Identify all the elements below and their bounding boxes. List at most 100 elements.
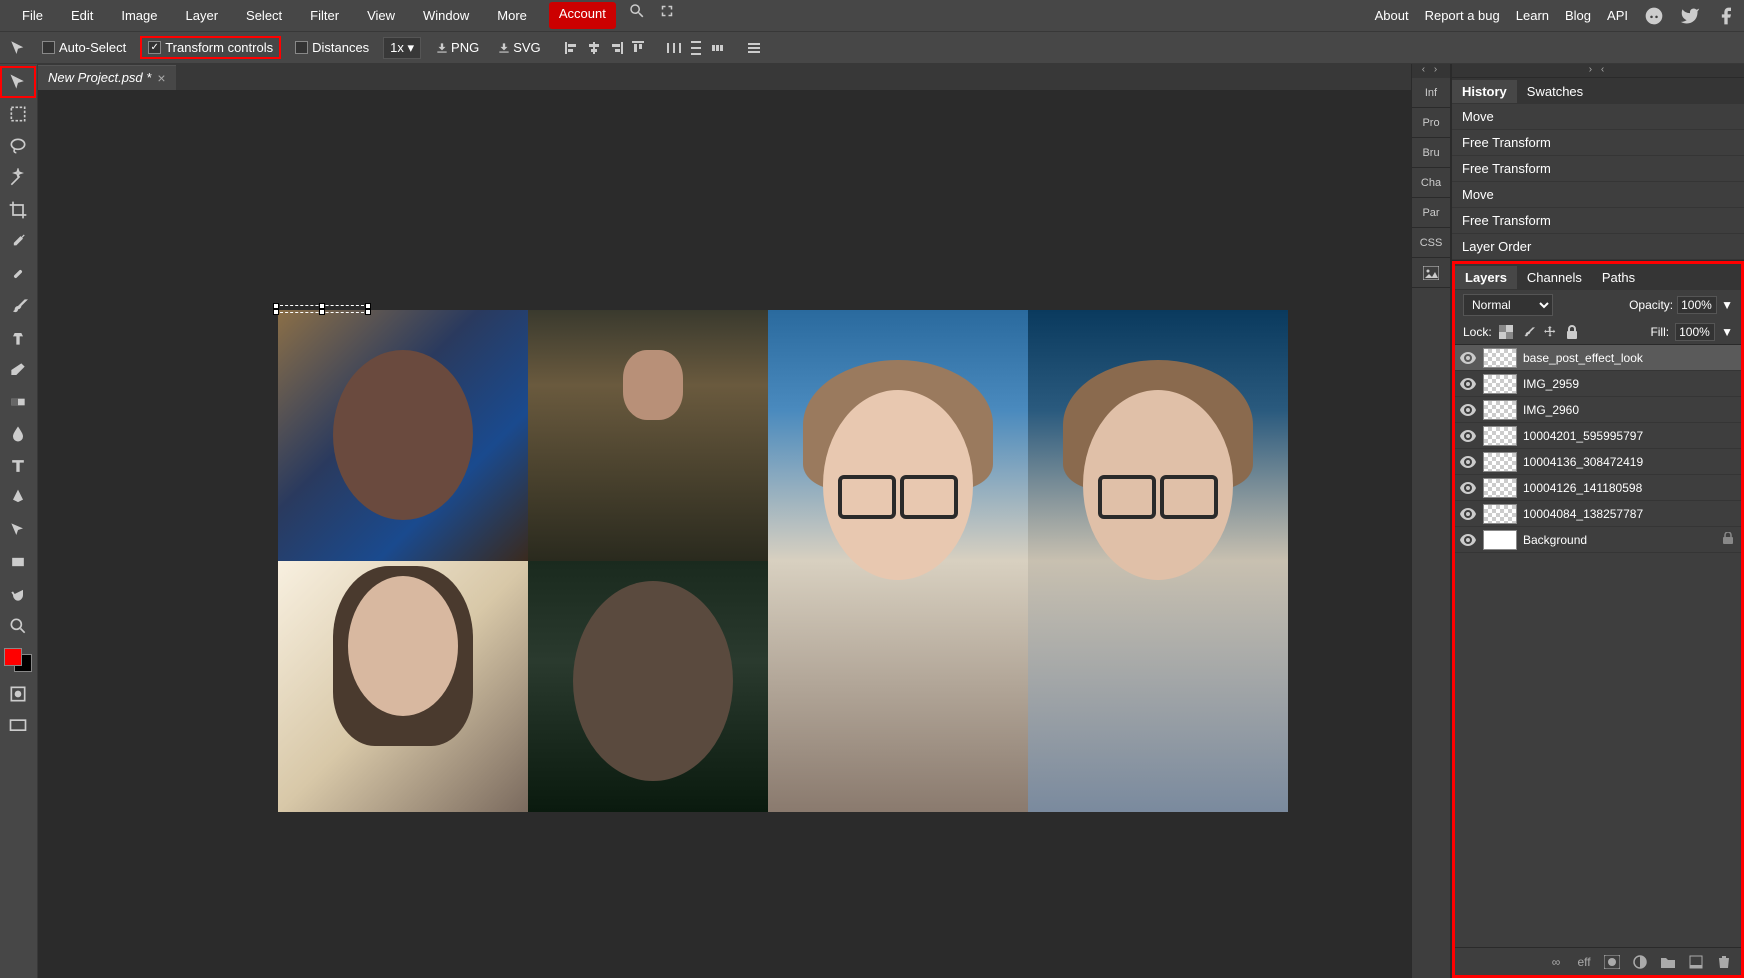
adjustment-layer-icon[interactable] [1631,953,1649,971]
menu-edit[interactable]: Edit [57,2,107,29]
history-item[interactable]: Move [1452,104,1744,130]
facebook-icon[interactable] [1716,6,1736,26]
opacity-input[interactable]: 100% [1677,296,1717,314]
lock-transparency-icon[interactable] [1498,324,1514,340]
layer-row[interactable]: Background [1455,527,1741,553]
layer-thumbnail[interactable] [1483,374,1517,394]
new-folder-icon[interactable] [1659,953,1677,971]
layer-row[interactable]: 10004201_595995797 [1455,423,1741,449]
fill-input[interactable]: 100% [1675,323,1715,341]
crop-tool[interactable] [0,194,36,226]
visibility-icon[interactable] [1459,531,1477,549]
layer-thumbnail[interactable] [1483,426,1517,446]
document-tab[interactable]: New Project.psd * × [38,65,176,90]
screenmode-tool[interactable] [0,710,36,742]
menu-file[interactable]: File [8,2,57,29]
visibility-icon[interactable] [1459,453,1477,471]
foreground-color[interactable] [4,648,22,666]
wand-tool[interactable] [0,162,36,194]
layer-thumbnail[interactable] [1483,400,1517,420]
more-options-icon[interactable] [745,39,763,57]
zoom-tool[interactable] [0,610,36,642]
color-swatch[interactable] [4,648,32,672]
hand-tool[interactable] [0,578,36,610]
export-png-button[interactable]: PNG [431,38,483,57]
export-svg-button[interactable]: SVG [493,38,544,57]
new-layer-icon[interactable] [1687,953,1705,971]
auto-select-checkbox[interactable]: Auto-Select [38,38,130,57]
align-center-h-icon[interactable] [585,39,603,57]
paragraph-tab[interactable]: Par [1412,198,1450,228]
layer-row[interactable]: IMG_2959 [1455,371,1741,397]
link-about[interactable]: About [1375,8,1409,23]
swatches-tab[interactable]: Swatches [1517,80,1593,103]
layer-row[interactable]: 10004136_308472419 [1455,449,1741,475]
layers-tab[interactable]: Layers [1455,266,1517,289]
shape-tool[interactable] [0,546,36,578]
gradient-tool[interactable] [0,386,36,418]
layer-thumbnail[interactable] [1483,478,1517,498]
canvas-viewport[interactable] [38,90,1411,978]
character-tab[interactable]: Cha [1412,168,1450,198]
menu-select[interactable]: Select [232,2,296,29]
visibility-icon[interactable] [1459,375,1477,393]
layer-row[interactable]: 10004126_141180598 [1455,475,1741,501]
type-tool[interactable] [0,450,36,482]
link-learn[interactable]: Learn [1516,8,1549,23]
ratio-select[interactable]: 1x ▾ [383,37,421,59]
info-tab[interactable]: Inf [1412,78,1450,108]
path-select-tool[interactable] [0,514,36,546]
link-report-bug[interactable]: Report a bug [1425,8,1500,23]
transform-controls-checkbox[interactable]: Transform controls [140,36,281,59]
history-item[interactable]: Free Transform [1452,130,1744,156]
menu-image[interactable]: Image [107,2,171,29]
css-tab[interactable]: CSS [1412,228,1450,258]
history-item[interactable]: Layer Order [1452,234,1744,260]
distances-checkbox[interactable]: Distances [291,38,373,57]
marquee-tool[interactable] [0,98,36,130]
brush-tool[interactable] [0,290,36,322]
link-blog[interactable]: Blog [1565,8,1591,23]
layer-row[interactable]: IMG_2960 [1455,397,1741,423]
reddit-icon[interactable] [1644,6,1664,26]
brush-tab[interactable]: Bru [1412,138,1450,168]
clone-tool[interactable] [0,322,36,354]
dropdown-icon[interactable]: ▼ [1721,298,1733,312]
menu-window[interactable]: Window [409,2,483,29]
menu-more[interactable]: More [483,2,541,29]
menu-view[interactable]: View [353,2,409,29]
panel-collapse-icon[interactable]: › ‹ [1452,64,1744,78]
lock-paint-icon[interactable] [1520,324,1536,340]
dropdown-icon[interactable]: ▼ [1721,325,1733,339]
delete-layer-icon[interactable] [1715,953,1733,971]
align-top-icon[interactable] [629,39,647,57]
image-tab[interactable] [1412,258,1450,288]
history-tab[interactable]: History [1452,80,1517,103]
paths-tab[interactable]: Paths [1592,266,1645,289]
layer-row[interactable]: 10004084_138257787 [1455,501,1741,527]
layer-thumbnail[interactable] [1483,530,1517,550]
menu-account[interactable]: Account [549,2,616,29]
history-item[interactable]: Free Transform [1452,156,1744,182]
link-layers-icon[interactable]: ∞ [1547,953,1565,971]
close-icon[interactable]: × [157,70,165,86]
menu-layer[interactable]: Layer [172,2,233,29]
align-right-icon[interactable] [607,39,625,57]
eraser-tool[interactable] [0,354,36,386]
visibility-icon[interactable] [1459,427,1477,445]
align-left-icon[interactable] [563,39,581,57]
fullscreen-icon[interactable] [658,2,676,20]
history-item[interactable]: Move [1452,182,1744,208]
panel-collapse-icon[interactable]: ‹ › [1412,64,1450,78]
lock-all-icon[interactable] [1564,324,1580,340]
distribute-h-icon[interactable] [665,39,683,57]
channels-tab[interactable]: Channels [1517,266,1592,289]
visibility-icon[interactable] [1459,401,1477,419]
properties-tab[interactable]: Pro [1412,108,1450,138]
lasso-tool[interactable] [0,130,36,162]
move-tool[interactable] [0,66,36,98]
layer-thumbnail[interactable] [1483,452,1517,472]
link-api[interactable]: API [1607,8,1628,23]
eyedropper-tool[interactable] [0,226,36,258]
lock-move-icon[interactable] [1542,324,1558,340]
